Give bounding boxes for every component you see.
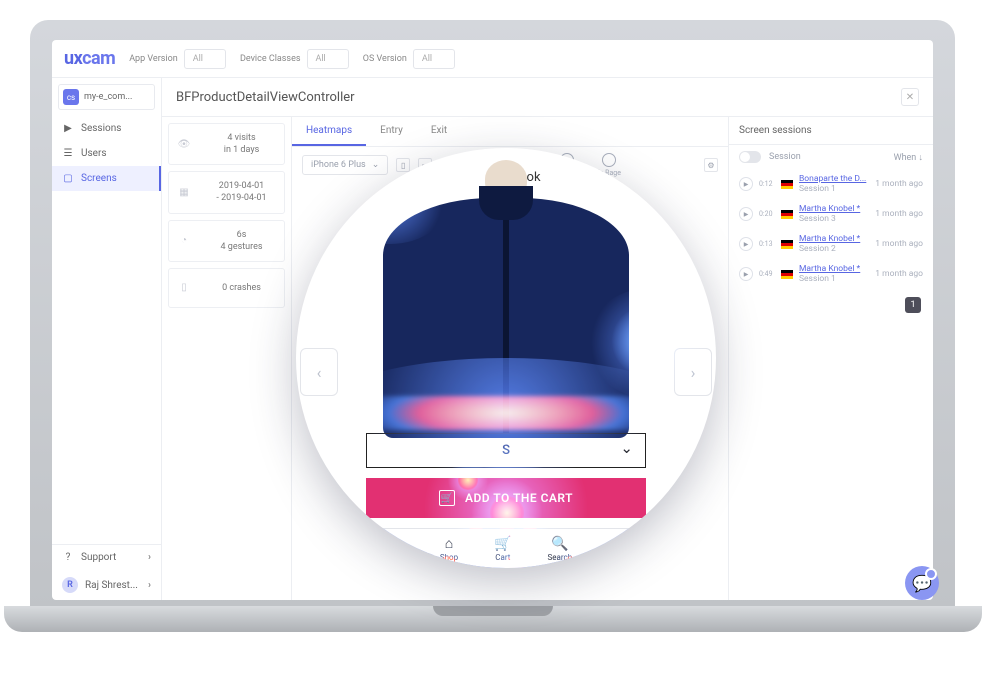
- tab-exit[interactable]: Exit: [417, 117, 461, 146]
- session-row[interactable]: ▶ 0:49 Martha Knobel *Session 1 1 month ago: [729, 259, 933, 289]
- session-name[interactable]: Martha Knobel *: [799, 264, 860, 274]
- chevron-right-icon: ›: [148, 580, 151, 591]
- col-when[interactable]: When ↓: [894, 152, 923, 163]
- tab-heatmaps[interactable]: Heatmaps: [292, 117, 366, 146]
- session-sub: Session 1: [799, 184, 866, 194]
- stat-visits: 👁 4 visitsin 1 days: [168, 123, 285, 165]
- session-row[interactable]: ▶ 0:12 Bonaparte the D...Session 1 1 month …: [729, 169, 933, 199]
- filter-value[interactable]: All: [184, 49, 226, 69]
- heat-bar: [354, 396, 658, 430]
- sidebar-item-users[interactable]: ☰ Users: [52, 141, 161, 166]
- session-row[interactable]: ▶ 0:13 Martha Knobel *Session 2 1 month ago: [729, 229, 933, 259]
- bolt-icon: ▯: [173, 277, 195, 299]
- project-selector[interactable]: cs my-e_com...: [58, 84, 155, 110]
- filter-label: App Version: [129, 54, 178, 64]
- session-sub: Session 3: [799, 214, 860, 224]
- laptop-notch: [433, 606, 553, 616]
- flag-icon: [781, 180, 793, 189]
- session-row[interactable]: ▶ 0:20 Martha Knobel *Session 3 1 month ago: [729, 199, 933, 229]
- sidebar-item-screens[interactable]: ▢ Screens: [52, 166, 161, 191]
- users-icon: ☰: [62, 148, 74, 159]
- sessions-title: Screen sessions: [729, 117, 933, 145]
- filter-app-version[interactable]: App Version All: [129, 49, 226, 69]
- screens-icon: ▢: [62, 173, 74, 184]
- stat-date: ▦ 2019-04-01- 2019-04-01: [168, 171, 285, 213]
- heat-glow: [330, 154, 450, 244]
- session-name[interactable]: Bonaparte the D...: [799, 174, 866, 184]
- tab-entry[interactable]: Entry: [366, 117, 417, 146]
- avatar: R: [62, 577, 78, 593]
- sidebar-item-label: Screens: [81, 173, 117, 184]
- timer-icon: ◔: [173, 230, 195, 252]
- sessions-list: ▶0:12Bonaparte the D...Session 11 month …: [729, 169, 933, 289]
- session-when: 1 month ago: [875, 179, 923, 189]
- prev-screen-button[interactable]: ‹: [300, 348, 338, 396]
- session-when: 1 month ago: [875, 239, 923, 249]
- sessions-panel: Screen sessions Session When ↓ ▶ 0:12 Bona…: [728, 117, 933, 600]
- chevron-right-icon: ›: [148, 552, 151, 563]
- filter-label: OS Version: [363, 54, 407, 64]
- top-bar: uxcam App Version All Device Classes All…: [52, 40, 933, 78]
- stat-duration: ◔ 6s4 gestures: [168, 220, 285, 262]
- filter-device-classes[interactable]: Device Classes All: [240, 49, 349, 69]
- col-session: Session: [769, 152, 801, 162]
- logo: uxcam: [64, 48, 115, 69]
- play-icon[interactable]: ▶: [739, 237, 753, 251]
- flag-icon: [781, 210, 793, 219]
- sidebar: cs my-e_com... ▶ Sessions ☰ Users ▢ Scre…: [52, 78, 162, 600]
- sidebar-item-label: Sessions: [81, 123, 121, 134]
- project-name: my-e_com...: [84, 92, 132, 102]
- play-icon[interactable]: ▶: [739, 177, 753, 191]
- flag-icon: [781, 270, 793, 279]
- sidebar-item-label: Users: [81, 148, 107, 159]
- session-when: 1 month ago: [875, 209, 923, 219]
- session-duration: 0:13: [759, 240, 775, 248]
- flag-icon: [781, 240, 793, 249]
- play-icon[interactable]: ▶: [739, 207, 753, 221]
- calendar-icon: ▦: [173, 181, 195, 203]
- page-indicator: 1: [905, 297, 921, 313]
- heat-glow: [406, 448, 606, 568]
- project-badge: cs: [63, 89, 79, 105]
- stats-column: 👁 4 visitsin 1 days ▦ 2019-04-01- 2019-0…: [162, 117, 292, 600]
- session-duration: 0:49: [759, 270, 775, 278]
- sidebar-item-label: Raj Shrest...: [85, 580, 138, 591]
- help-icon: ?: [62, 552, 74, 563]
- session-when: 1 month ago: [875, 269, 923, 279]
- filter-value[interactable]: All: [413, 49, 455, 69]
- magnifier-lens: ‹ Reebok Blue shirt 150 € 4.99 € -100% S…: [296, 148, 716, 568]
- play-icon[interactable]: ▶: [739, 267, 753, 281]
- sidebar-item-account[interactable]: R Raj Shrest... ›: [52, 570, 161, 600]
- session-sub: Session 1: [799, 274, 860, 284]
- chat-fab[interactable]: 💬: [905, 566, 939, 600]
- close-button[interactable]: ✕: [901, 88, 919, 106]
- session-duration: 0:12: [759, 180, 775, 188]
- filter-label: Device Classes: [240, 54, 301, 64]
- session-name[interactable]: Martha Knobel *: [799, 204, 860, 214]
- sidebar-item-support[interactable]: ? Support ›: [52, 545, 161, 570]
- autoplay-toggle[interactable]: [739, 151, 761, 163]
- stat-crashes: ▯ 0 crashes: [168, 268, 285, 308]
- eye-icon: 👁: [173, 133, 195, 155]
- filter-value[interactable]: All: [307, 49, 349, 69]
- session-sub: Session 2: [799, 244, 860, 254]
- filter-os-version[interactable]: OS Version All: [363, 49, 455, 69]
- play-icon: ▶: [62, 123, 74, 134]
- view-tabs: Heatmaps Entry Exit: [292, 117, 728, 147]
- session-name[interactable]: Martha Knobel *: [799, 234, 860, 244]
- page-title: BFProductDetailViewController: [176, 90, 355, 105]
- session-duration: 0:20: [759, 210, 775, 218]
- sidebar-item-sessions[interactable]: ▶ Sessions: [52, 116, 161, 141]
- sidebar-item-label: Support: [81, 552, 116, 563]
